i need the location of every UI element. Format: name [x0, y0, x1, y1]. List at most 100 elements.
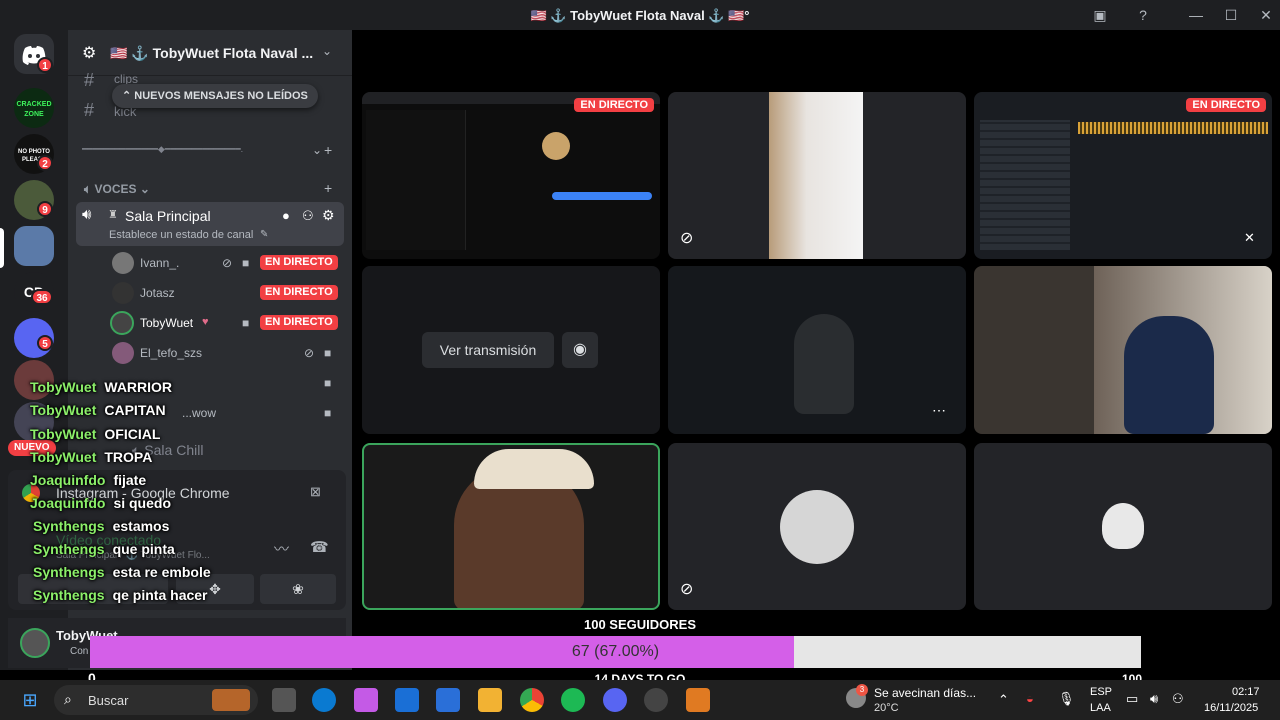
- chat-message: TobyWuet OFICIAL: [30, 424, 160, 444]
- chat-text: fijate: [113, 472, 147, 488]
- noise-suppression-icon[interactable]: 〰: [274, 538, 289, 559]
- chat-text: esta re embole: [112, 564, 211, 580]
- clock-time[interactable]: 02:17: [1232, 686, 1260, 698]
- camera-icon: ■: [242, 256, 250, 270]
- add-member-icon[interactable]: ⚇: [302, 208, 314, 224]
- chat-username: TobyWuet: [30, 379, 97, 395]
- channel-status[interactable]: Establece un estado de canal: [109, 229, 253, 241]
- chat-username: Joaquinfdo: [30, 495, 106, 511]
- maximize-button[interactable]: ☐: [1219, 4, 1243, 26]
- mic-muted-icon: ⊘: [680, 230, 694, 247]
- camera-off-icon: ⊘: [680, 581, 694, 598]
- help-icon[interactable]: ?: [1131, 4, 1155, 26]
- chat-text: CAPITAN: [104, 402, 166, 418]
- server-header[interactable]: ⚙ 🇺🇸 ⚓ TobyWuet Flota Naval ... ⌄: [68, 30, 352, 76]
- video-tile[interactable]: ⊘: [668, 443, 966, 610]
- soundboard-button[interactable]: ❀: [260, 574, 336, 604]
- voice-user-row[interactable]: TobyWuet ♥ ■ EN DIRECTO: [108, 310, 348, 336]
- pencil-icon[interactable]: ✎: [260, 229, 268, 240]
- camera-icon: ■: [324, 406, 332, 420]
- hash-icon: #: [84, 100, 95, 120]
- minimize-button[interactable]: —: [1184, 4, 1208, 26]
- volume-muted-icon[interactable]: ✕: [1244, 230, 1255, 246]
- video-tile-speaking[interactable]: [362, 443, 660, 610]
- add-icon[interactable]: +: [324, 142, 332, 158]
- store-icon[interactable]: [436, 688, 460, 712]
- voice-channel-sala-principal[interactable]: 🔊︎ ♜ Sala Principal ● ⚇ ⚙ Establece un e…: [76, 202, 344, 246]
- volume-icon[interactable]: 🔊︎: [1150, 691, 1158, 707]
- live-badge: EN DIRECTO: [574, 98, 654, 112]
- fl-studio-icon[interactable]: [686, 688, 710, 712]
- account-status: Con: [70, 646, 89, 657]
- copilot-icon[interactable]: [354, 688, 378, 712]
- chat-username: Joaquinfdo: [30, 472, 106, 488]
- avatar: [110, 311, 134, 335]
- outlook-icon[interactable]: [395, 688, 419, 712]
- stream-tile-daw[interactable]: EN DIRECTO ✕: [974, 92, 1272, 259]
- unread-badge: 1: [37, 57, 53, 73]
- chat-message: Synthengs estamos: [33, 516, 169, 536]
- inbox-icon[interactable]: ▣: [1088, 4, 1112, 26]
- spotify-icon[interactable]: [561, 688, 585, 712]
- chat-message: Synthengs que pinta: [33, 539, 175, 559]
- avatar[interactable]: [20, 628, 50, 658]
- taskbar-search[interactable]: ⌕ Buscar: [54, 685, 258, 715]
- chat-text: que pinta: [112, 541, 175, 557]
- stream-preview-tile[interactable]: Ver transmisión ◉: [362, 266, 660, 434]
- unread-messages-banner[interactable]: ⌃ NUEVOS MENSAJES NO LEÍDOS: [112, 84, 318, 108]
- video-tile[interactable]: ⊘: [668, 92, 966, 259]
- network-icon[interactable]: ▭: [1126, 691, 1138, 707]
- voice-category-label: VOCES: [94, 182, 137, 196]
- chrome-icon[interactable]: [520, 688, 544, 712]
- chat-text: si quedo: [113, 495, 171, 511]
- chevron-down-icon[interactable]: ⌄: [312, 143, 322, 157]
- temperature: 20°C: [874, 702, 899, 714]
- channel-divider: ━━━━━━━━━━━━━━◆━━━━━━━━━━━━━━.: [82, 144, 244, 154]
- chat-username: Synthengs: [33, 564, 105, 580]
- chat-icon[interactable]: ●: [282, 208, 290, 223]
- weather-text[interactable]: Se avecinan días...: [874, 686, 976, 700]
- mic-muted-icon: ⊘: [304, 346, 315, 360]
- search-placeholder: Buscar: [88, 693, 129, 708]
- more-options-icon[interactable]: ⋯: [932, 402, 946, 419]
- video-tile[interactable]: [974, 443, 1272, 610]
- disconnect-icon[interactable]: ☎: [310, 538, 329, 556]
- language-indicator[interactable]: ESP: [1090, 686, 1112, 698]
- video-tile[interactable]: ⋯: [668, 266, 966, 434]
- avatar: [112, 342, 134, 364]
- settings-icon[interactable]: ⚙: [322, 207, 335, 224]
- camera-icon: ■: [324, 376, 332, 390]
- microphone-icon[interactable]: 🎙︎: [1058, 691, 1075, 707]
- server-cracked-zone[interactable]: CRACKED ZONE: [14, 88, 54, 128]
- close-button[interactable]: ✕: [1254, 4, 1278, 26]
- voice-user-row[interactable]: El_tefo_szs ⊘ ■: [108, 340, 348, 366]
- chevron-down-icon[interactable]: ⌄: [322, 44, 332, 58]
- stream-tile-instagram[interactable]: EN DIRECTO: [362, 92, 660, 259]
- server-flota-naval[interactable]: [14, 226, 54, 266]
- popout-button[interactable]: ◉: [562, 332, 598, 368]
- avatar: [112, 282, 134, 304]
- chevron-up-icon[interactable]: ⌃: [998, 692, 1009, 708]
- voice-channel-name: Sala Chill: [144, 442, 204, 458]
- task-view-icon[interactable]: [272, 688, 296, 712]
- file-explorer-icon[interactable]: [478, 688, 502, 712]
- search-highlight-icon: [212, 689, 250, 711]
- gear-icon[interactable]: ⚙: [82, 43, 96, 63]
- stop-stream-icon[interactable]: ⊠: [310, 484, 321, 500]
- voice-user-row[interactable]: Ivann_. ⊘ ■ EN DIRECTO: [108, 250, 348, 276]
- voice-category[interactable]: 🔈︎ VOCES ⌄: [84, 182, 150, 197]
- voice-user-name: TobyWuet: [140, 316, 194, 330]
- discord-icon[interactable]: [603, 688, 627, 712]
- voice-user-row[interactable]: Jotasz EN DIRECTO: [108, 280, 348, 306]
- tray-app-icon[interactable]: ◒: [1026, 691, 1034, 706]
- goal-bar: 67 (67.00%): [90, 636, 1141, 668]
- edge-icon[interactable]: [312, 688, 336, 712]
- track-list: [980, 120, 1070, 250]
- windows-start-icon[interactable]: ⊞: [18, 688, 42, 712]
- obs-icon[interactable]: [644, 688, 668, 712]
- video-tile[interactable]: [974, 266, 1272, 434]
- add-icon[interactable]: +: [324, 180, 332, 196]
- watch-stream-button[interactable]: Ver transmisión: [422, 332, 554, 368]
- battery-icon[interactable]: ⚇: [1172, 691, 1184, 707]
- chat-message: TobyWuet CAPITAN: [30, 400, 166, 420]
